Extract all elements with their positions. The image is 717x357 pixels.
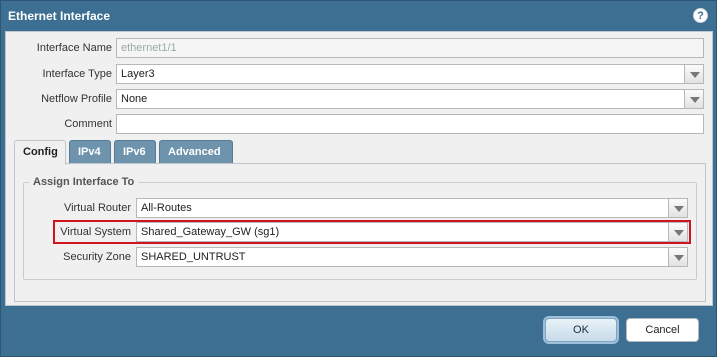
chevron-down-icon[interactable] <box>668 247 688 267</box>
interface-type-value: Layer3 <box>121 68 155 80</box>
chevron-down-icon[interactable] <box>684 64 704 84</box>
tab-config[interactable]: Config <box>14 140 66 165</box>
tab-advanced[interactable]: Advanced <box>159 140 233 164</box>
ok-button[interactable]: OK <box>545 318 617 342</box>
interface-name-field[interactable]: ethernet1/1 <box>116 38 704 58</box>
ethernet-interface-dialog: Ethernet Interface ? Interface Name ethe… <box>0 0 717 357</box>
virtual-router-value: All-Routes <box>141 202 192 214</box>
comment-label: Comment <box>64 118 112 130</box>
interface-type-select[interactable]: Layer3 <box>116 64 704 84</box>
help-icon[interactable]: ? <box>693 8 708 23</box>
tab-ipv6[interactable]: IPv6 <box>114 140 156 164</box>
virtual-system-label: Virtual System <box>60 226 131 238</box>
interface-type-label: Interface Type <box>42 68 112 80</box>
security-zone-select[interactable]: SHARED_UNTRUST <box>136 247 688 267</box>
tab-ipv4[interactable]: IPv4 <box>69 140 111 164</box>
cancel-button[interactable]: Cancel <box>626 318 699 342</box>
virtual-router-label: Virtual Router <box>63 202 131 214</box>
chevron-down-icon[interactable] <box>668 198 688 218</box>
netflow-profile-select[interactable]: None <box>116 89 704 109</box>
virtual-router-select[interactable]: All-Routes <box>136 198 688 218</box>
dialog-footer: OK Cancel <box>1 306 716 356</box>
dialog-titlebar: Ethernet Interface ? <box>1 1 716 31</box>
chevron-down-icon[interactable] <box>668 222 688 242</box>
netflow-profile-label: Netflow Profile <box>41 93 112 105</box>
security-zone-label: Security Zone <box>63 251 131 263</box>
netflow-profile-value: None <box>121 93 148 105</box>
assign-interface-legend: Assign Interface To <box>29 176 139 188</box>
interface-name-label: Interface Name <box>36 42 112 54</box>
virtual-system-select[interactable]: Shared_Gateway_GW (sg1) <box>136 222 688 242</box>
virtual-system-value: Shared_Gateway_GW (sg1) <box>141 226 280 238</box>
security-zone-value: SHARED_UNTRUST <box>141 251 246 263</box>
chevron-down-icon[interactable] <box>684 89 704 109</box>
dialog-title: Ethernet Interface <box>8 9 111 23</box>
comment-input[interactable] <box>116 114 704 134</box>
config-tab-panel: Assign Interface To Virtual Router All-R… <box>14 163 706 302</box>
dialog-body: Interface Name ethernet1/1 Interface Typ… <box>5 31 713 306</box>
